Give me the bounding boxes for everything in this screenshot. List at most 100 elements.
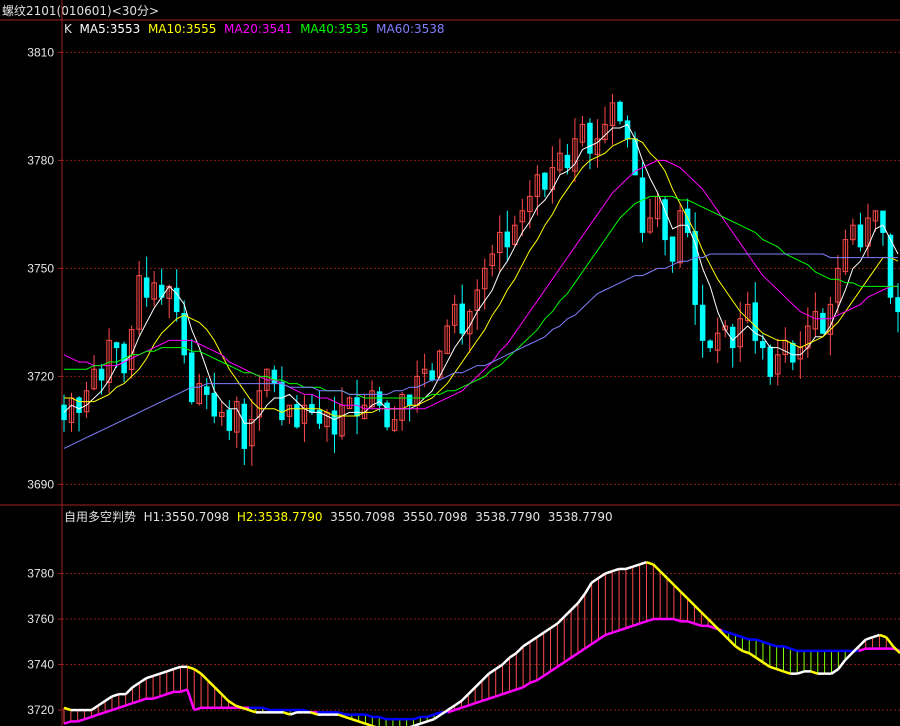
h2-line-segment — [502, 690, 510, 696]
candle-body — [639, 177, 646, 233]
candle-body — [542, 172, 548, 190]
h1-line-segment — [207, 679, 216, 689]
candle-body — [887, 234, 894, 298]
h1-line-segment — [145, 674, 154, 680]
h1-line-segment — [707, 618, 716, 627]
h1-line-segment — [481, 672, 490, 682]
chart-canvas[interactable]: 3810 3780 3750 3720 3690 3780 3760 3740 3720 — [0, 0, 900, 726]
h1-line-segment — [844, 652, 853, 661]
candle-body — [143, 277, 150, 298]
h2-line-segment — [467, 702, 476, 707]
candle-body — [752, 302, 758, 341]
h2-line-segment — [426, 713, 435, 719]
h1-line-segment — [549, 622, 559, 630]
h1-line-segment — [583, 581, 593, 595]
h2-line-segment — [563, 656, 572, 664]
h1-line-segment — [597, 572, 607, 580]
h1-line-segment — [467, 686, 477, 696]
candle-body — [767, 346, 774, 377]
h2-line-segment — [509, 688, 517, 694]
candle-body — [406, 394, 413, 406]
h2-line-segment — [769, 642, 778, 648]
h1-line-segment — [646, 560, 654, 566]
h2-line-segment — [454, 706, 462, 712]
h2-line-segment — [858, 647, 867, 653]
candle-body — [61, 404, 67, 421]
h1-line-segment — [632, 563, 641, 568]
h1-line-segment — [220, 693, 230, 702]
h1-line-segment — [769, 665, 778, 671]
h1-line-segment — [426, 717, 435, 723]
h2-line-segment — [529, 679, 538, 684]
h1-line-segment — [865, 636, 873, 641]
h2-line-segment — [590, 638, 600, 646]
candle-body — [271, 369, 278, 385]
candle-body — [624, 120, 631, 140]
h1-line-segment — [693, 604, 703, 614]
h2-line-segment — [365, 713, 373, 719]
h2-line-segment — [694, 622, 702, 628]
h2-line-segment — [118, 704, 127, 709]
h1-line-segment — [796, 670, 805, 675]
h1-line-segment — [611, 567, 620, 573]
h1-line-segment — [720, 631, 730, 641]
h1-line-segment — [515, 645, 524, 655]
h2-line-segment — [166, 690, 175, 696]
h1-line-segment — [159, 670, 168, 675]
h1-line-segment — [700, 611, 710, 620]
candle-body — [354, 397, 360, 417]
h1-line-segment — [522, 640, 531, 648]
h2-line-segment — [632, 622, 641, 628]
h1-line-segment — [419, 720, 428, 725]
h2-line-segment — [618, 626, 627, 632]
h2-line-segment — [481, 697, 490, 703]
h2-line-segment — [625, 624, 634, 630]
candle-body — [211, 392, 218, 417]
h1-line-segment — [783, 670, 791, 675]
h1-line-segment — [776, 667, 784, 673]
candle-body — [459, 303, 465, 334]
h1-line-segment — [625, 565, 634, 571]
candle-body — [564, 154, 571, 169]
h2-line-segment — [488, 695, 497, 700]
h2-line-segment — [138, 697, 147, 703]
h1-line-segment — [885, 636, 895, 648]
sub-price-axis: 3780 3760 3740 3720 — [27, 567, 62, 717]
h1-line-segment — [666, 577, 675, 586]
h2-line-segment — [542, 670, 552, 677]
h2-line-segment — [125, 702, 133, 707]
h1-line-segment — [474, 679, 483, 689]
h2-line-segment — [63, 720, 72, 725]
h1-line-segment — [563, 609, 572, 618]
candle-body — [895, 297, 900, 313]
h2-line-segment — [522, 681, 531, 689]
y-tick-label: 3810 — [27, 45, 54, 59]
h1-line-segment — [453, 699, 463, 707]
h1-line-segment — [576, 593, 586, 604]
h1-line-segment — [727, 638, 737, 648]
h1-line-segment — [282, 711, 291, 716]
candle-body — [98, 368, 105, 381]
candle-body — [76, 397, 82, 413]
h1-line-segment — [542, 627, 552, 634]
candlestick-series — [61, 93, 900, 466]
h2-line-segment — [783, 645, 791, 650]
h2-line-segment — [549, 665, 559, 673]
candle-body — [820, 312, 826, 334]
candle-body — [587, 122, 593, 154]
h2-line-segment — [159, 692, 168, 698]
y-tick-label: 3740 — [27, 658, 54, 672]
h1-line-segment — [227, 699, 237, 707]
h1-line-segment — [879, 633, 887, 639]
main-price-axis: 3810 3780 3750 3720 3690 — [27, 45, 62, 491]
h1-line-segment — [858, 638, 867, 648]
h1-line-segment — [213, 686, 223, 696]
y-tick-label: 3780 — [27, 153, 54, 167]
h1-line-segment — [104, 695, 113, 703]
h2-line-segment — [84, 715, 92, 721]
h1-line-segment — [501, 656, 511, 666]
chart-frame — [0, 0, 900, 726]
h1-line-segment — [186, 665, 195, 671]
h1-line-segment — [536, 631, 545, 639]
candle-body — [279, 381, 285, 421]
